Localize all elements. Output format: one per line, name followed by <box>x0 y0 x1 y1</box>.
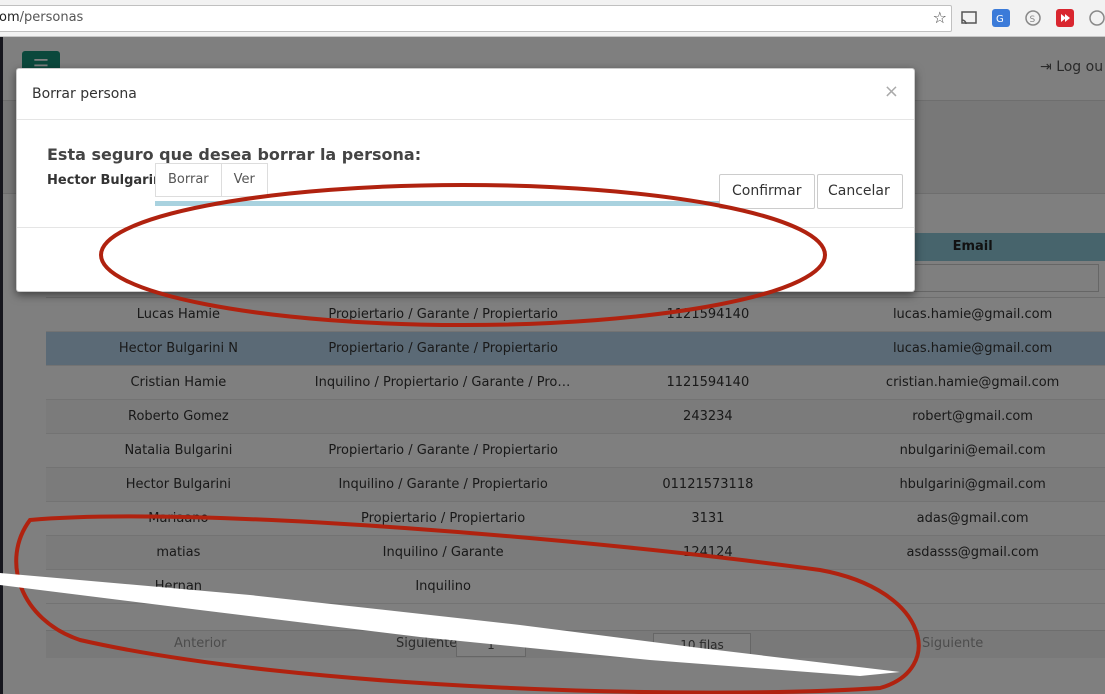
cast-icon[interactable] <box>960 9 978 27</box>
browser-toolbar: om/personas ☆ G S <box>0 0 1105 37</box>
confirm-question: Esta seguro que desea borrar la persona: <box>47 145 422 164</box>
modal-title: Borrar persona <box>32 86 137 102</box>
close-icon[interactable]: × <box>884 81 899 102</box>
svg-text:S: S <box>1030 15 1036 25</box>
media-extension-icon[interactable] <box>1056 9 1074 27</box>
extension-icon[interactable] <box>1088 9 1105 27</box>
translate-icon[interactable]: G <box>992 9 1010 27</box>
url-host: om <box>0 10 20 25</box>
url-path: /personas <box>19 10 84 25</box>
tab-borrar[interactable]: Borrar <box>155 163 222 197</box>
cancel-button[interactable]: Cancelar <box>817 174 903 209</box>
confirm-button[interactable]: Confirmar <box>719 174 815 209</box>
modal-tabs: Borrar Ver <box>155 163 268 197</box>
bookmark-star-icon[interactable]: ☆ <box>933 8 947 27</box>
modal-header: Borrar persona × <box>17 69 914 120</box>
progress-bar <box>155 201 800 206</box>
tab-ver[interactable]: Ver <box>221 163 268 197</box>
skype-icon[interactable]: S <box>1024 9 1042 27</box>
address-bar[interactable]: om/personas ☆ <box>0 5 952 32</box>
url-text: om/personas <box>0 10 83 25</box>
svg-text:G: G <box>996 14 1004 24</box>
